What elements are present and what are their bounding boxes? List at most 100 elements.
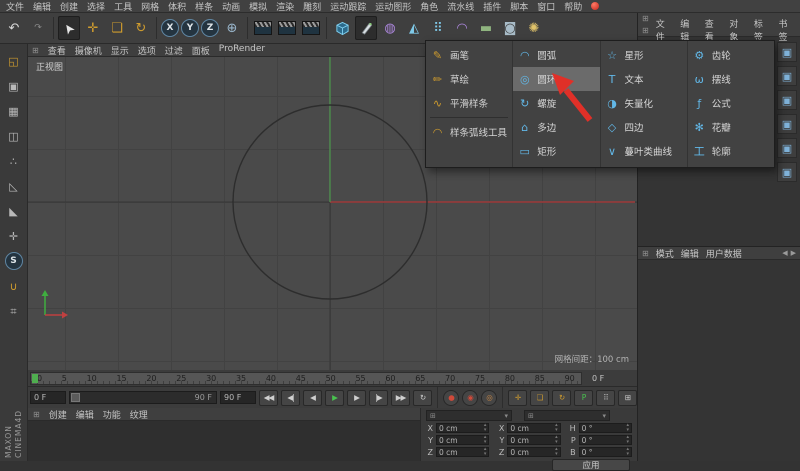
extrude-generator-button[interactable]: ◭ [403,16,425,40]
material-manager-menu-item-0[interactable]: 创建 [49,408,67,421]
menubar-item-12[interactable]: 运动跟踪 [330,0,366,13]
panel-grip-icon[interactable]: ⊞ [642,26,649,35]
menubar-item-15[interactable]: 流水线 [447,0,474,13]
range-slider-handle[interactable] [71,393,80,402]
frame-range-slider[interactable]: 90 F [69,391,217,404]
palette-cube-icon-6[interactable]: ▣ [777,162,797,182]
previous-key-button[interactable]: ◀| [281,389,300,406]
palette-cube-icon-3[interactable]: ▣ [777,90,797,110]
next-frame-button[interactable]: ▶ [347,389,366,406]
size-dropdown[interactable]: ⊞ ▾ [524,410,610,421]
viewport-menu-item-3[interactable]: 选项 [138,44,156,57]
position-dropdown[interactable]: ⊞ ▾ [426,410,512,421]
go-to-end-button[interactable]: ▶▶ [391,389,410,406]
keyframe-rotation-button[interactable]: ↻ [552,389,571,406]
menubar-item-6[interactable]: 体积 [168,0,186,13]
attribute-manager-body[interactable] [638,260,800,461]
record-options-button[interactable]: ◎ [481,389,497,406]
menubar-item-18[interactable]: 窗口 [537,0,555,13]
next-key-button[interactable]: |▶ [369,389,388,406]
spinner-icon[interactable]: ▴ ▾ [555,447,558,457]
panel-grip-icon[interactable]: ⊞ [33,410,40,419]
spinner-icon[interactable]: ▴ ▾ [555,435,558,445]
viewport-menu-item-2[interactable]: 显示 [111,44,129,57]
spinner-icon[interactable]: ▴ ▾ [484,435,487,445]
keyframe-parameter-button[interactable]: P [574,389,593,406]
nav-forward-icon[interactable]: ▶ [791,249,796,257]
menu-item-four-side[interactable]: ◇ 四边 [601,115,687,139]
coordinate-field-z[interactable]: 0 cm ▴ ▾ [507,447,561,457]
menubar-item-7[interactable]: 样条 [195,0,213,13]
make-editable-icon[interactable]: ◱ [5,52,23,70]
menu-item-vectorizer[interactable]: ◑ 矢量化 [601,91,687,115]
menu-item-sketch[interactable]: ✏ 草绘 [426,67,512,91]
menu-item-cissoid[interactable]: ∨ 蔓叶类曲线 [601,139,687,163]
material-list-area[interactable] [28,421,420,461]
menu-item-pen[interactable]: ✎ 画笔 [426,43,512,67]
menu-item-cogwheel[interactable]: ⚙ 齿轮 [688,43,774,67]
coordinate-field-y[interactable]: 0 cm ▴ ▾ [436,435,490,445]
enable-snap-icon[interactable]: ∪ [5,277,23,295]
menubar-item-9[interactable]: 模拟 [249,0,267,13]
lock-workplane-icon[interactable]: ⌗ [5,302,23,320]
workplane-mode-icon[interactable]: ◫ [5,127,23,145]
menubar-item-3[interactable]: 选择 [87,0,105,13]
solo-mode-icon[interactable]: S [4,252,23,270]
menu-item-spline-arc-tool[interactable]: ◠ 样条弧线工具 [426,120,512,144]
viewport-menu-item-6[interactable]: ProRender [219,44,265,57]
menubar-item-13[interactable]: 运动图形 [375,0,411,13]
palette-cube-icon-4[interactable]: ▣ [777,114,797,134]
menu-item-rectangle[interactable]: ▭ 矩形 [513,139,599,163]
rotate-tool[interactable]: ↻ [130,16,152,40]
menu-item-spline-smooth[interactable]: ∿ 平滑样条 [426,91,512,115]
menubar-item-4[interactable]: 工具 [114,0,132,13]
end-frame-field[interactable]: 90 F [220,391,256,404]
render-picture-viewer-button[interactable] [276,16,298,40]
pen-spline-button[interactable] [355,16,377,40]
material-manager-menu-item-3[interactable]: 纹理 [130,408,148,421]
camera-button[interactable]: ◙ [499,16,521,40]
coordinate-field-y[interactable]: 0 cm ▴ ▾ [507,435,561,445]
menu-item-profile[interactable]: 工轮廓 [688,139,774,163]
model-mode-icon[interactable]: ▣ [5,77,23,95]
attribute-manager-menu-item-2[interactable]: 用户数据 [706,247,742,260]
play-button[interactable]: ▶ [325,389,344,406]
spinner-icon[interactable]: ▴ ▾ [626,435,629,445]
nav-back-icon[interactable]: ◀ [782,249,787,257]
keyframe-scale-button[interactable]: ❏ [530,389,549,406]
coordinate-field-x[interactable]: 0 cm ▴ ▾ [436,423,490,433]
polygons-mode-icon[interactable]: ◣ [5,202,23,220]
z-axis-lock-button[interactable]: Z [201,19,219,37]
coordinate-field-z[interactable]: 0 cm ▴ ▾ [436,447,490,457]
current-frame-marker[interactable] [32,373,38,383]
menubar-item-1[interactable]: 编辑 [33,0,51,13]
undo-icon[interactable]: ↶ [3,16,25,40]
coordinate-system-button[interactable]: ⊕ [221,16,243,40]
go-to-start-button[interactable]: ◀◀ [259,389,278,406]
menubar-item-8[interactable]: 动画 [222,0,240,13]
render-settings-button[interactable] [300,16,322,40]
panel-grip-icon[interactable]: ⊞ [642,249,649,258]
palette-cube-icon-1[interactable]: ▣ [777,42,797,62]
viewport-menu-item-4[interactable]: 过滤 [165,44,183,57]
edges-mode-icon[interactable]: ◺ [5,177,23,195]
keyframe-position-button[interactable]: ✛ [508,389,527,406]
attribute-manager-menu-item-0[interactable]: 模式 [656,247,674,260]
palette-cube-icon-5[interactable]: ▣ [777,138,797,158]
render-view-button[interactable] [252,16,274,40]
subdivision-surface-button[interactable]: ◍ [379,16,401,40]
material-manager-menu-item-1[interactable]: 编辑 [76,408,94,421]
menu-item-cycloid[interactable]: ω 摆线 [688,67,774,91]
points-mode-icon[interactable]: ∴ [5,152,23,170]
keyframe-grid-button[interactable]: ⠿ [596,389,615,406]
bend-deformer-button[interactable]: ◠ [451,16,473,40]
panel-grip-icon[interactable]: ⊞ [642,14,649,23]
menu-item-formula[interactable]: ƒ 公式 [688,91,774,115]
menubar-item-2[interactable]: 创建 [60,0,78,13]
menubar-item-0[interactable]: 文件 [6,0,24,13]
redo-icon[interactable]: ↷ [27,16,49,40]
menubar-item-10[interactable]: 渲染 [276,0,294,13]
menubar-item-14[interactable]: 角色 [420,0,438,13]
menubar-item-11[interactable]: 雕刻 [303,0,321,13]
menubar-item-19[interactable]: 帮助 [564,0,582,13]
